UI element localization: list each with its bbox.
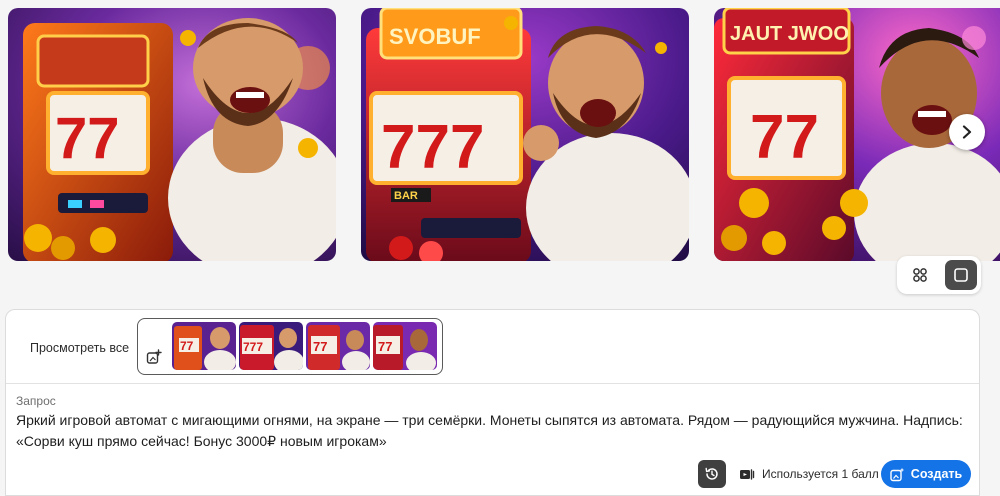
prompt-label: Запрос [16,394,56,408]
svg-text:77: 77 [378,339,392,354]
slot-machine-man-image-2: SVOBUF 777 BAR [361,8,689,261]
create-button-label: Создать [910,467,963,481]
image-3-sign-text: JAUT JWOO [730,23,849,45]
thumbnail-strip: 77 777 77 77 [137,318,443,375]
credits-icon [740,469,755,480]
generate-icon [890,467,904,481]
history-icon [705,467,718,480]
svg-text:BAR: BAR [394,190,418,202]
generation-screen: 77 SVOBUF 777 BAR JAUT JWOO 77 Просмотре… [0,0,1000,496]
credits-text: Используется 1 балл [762,467,879,481]
create-button[interactable]: Создать [881,460,971,488]
next-images-button[interactable] [949,114,985,150]
thumbnail-3[interactable]: 77 [306,322,370,370]
svg-text:77: 77 [750,103,819,172]
view-all-link[interactable]: Просмотреть все [30,341,129,355]
grid-view-button[interactable] [905,260,935,290]
thumbnail-2-image: 777 [239,322,303,370]
credits-info: Используется 1 балл [739,467,879,481]
svg-text:77: 77 [313,339,327,354]
view-mode-toggle [897,256,981,294]
upload-image-button[interactable] [138,319,170,373]
grid-view-icon [913,268,927,282]
thumbnail-3-image: 77 [306,322,370,370]
svg-text:777: 777 [381,113,484,182]
thumbnail-1-image: 77 [172,322,236,370]
panel-divider [6,383,979,384]
single-view-icon [954,268,968,282]
generated-image-2[interactable]: SVOBUF 777 BAR [361,8,689,261]
svg-text:77: 77 [180,339,194,353]
slot-machine-man-image-1: 77 [8,8,336,261]
svg-text:77: 77 [55,106,120,171]
thumbnail-4[interactable]: 77 [373,322,437,370]
thumbnail-4-image: 77 [373,322,437,370]
svg-text:777: 777 [243,340,263,354]
thumbnail-1[interactable]: 77 [172,322,236,370]
upload-image-icon [146,349,162,364]
generated-image-1[interactable]: 77 [8,8,336,261]
prompt-panel: Просмотреть все 77 777 77 77 Запрос Ярки… [5,309,980,496]
chevron-right-icon [962,125,972,139]
thumbnail-2[interactable]: 777 [239,322,303,370]
single-view-button[interactable] [945,260,977,290]
history-button[interactable] [698,460,726,488]
image-2-sign-text: SVOBUF [389,24,481,49]
prompt-input[interactable]: Яркий игровой автомат с мигающими огнями… [16,410,966,452]
